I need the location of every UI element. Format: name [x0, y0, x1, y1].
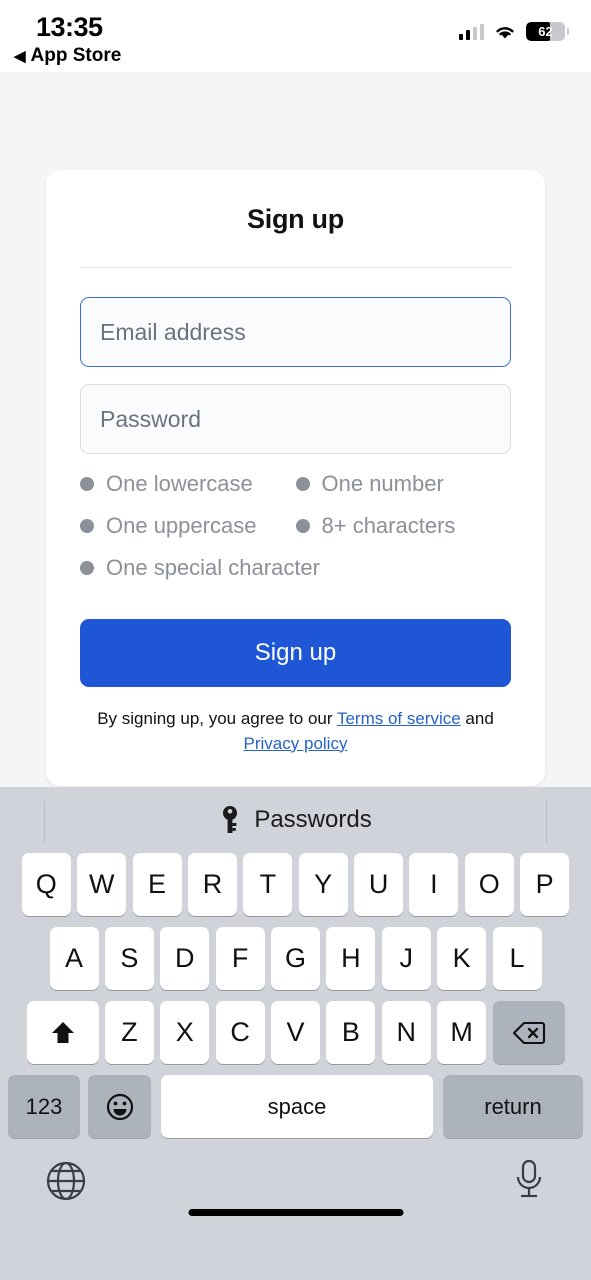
- key-m[interactable]: M: [437, 1001, 487, 1064]
- key-q[interactable]: Q: [21, 853, 71, 916]
- requirement-item: 8+ characters: [295, 513, 512, 539]
- keyboard-row-4: 123 space return: [0, 1075, 591, 1138]
- space-key[interactable]: space: [161, 1075, 433, 1138]
- numbers-key[interactable]: 123: [8, 1075, 80, 1138]
- key-u[interactable]: U: [354, 853, 404, 916]
- return-key[interactable]: return: [443, 1075, 583, 1138]
- key-k[interactable]: K: [437, 927, 487, 990]
- privacy-policy-link[interactable]: Privacy policy: [244, 734, 348, 753]
- requirement-item: One special character: [80, 555, 511, 581]
- requirement-item: One lowercase: [80, 471, 296, 497]
- page-title: Sign up: [247, 204, 344, 234]
- on-screen-keyboard: Passwords Q W E R T Y U I O P A S D F G …: [0, 787, 591, 1280]
- back-caret-icon: ◀: [14, 47, 26, 65]
- key-a[interactable]: A: [49, 927, 99, 990]
- email-field-placeholder: Email address: [100, 318, 246, 345]
- keyboard-bottom-bar: [0, 1138, 591, 1230]
- key-c[interactable]: C: [215, 1001, 265, 1064]
- keyboard-autofill-toolbar: Passwords: [0, 787, 591, 853]
- key-s[interactable]: S: [104, 927, 154, 990]
- globe-language-icon[interactable]: [45, 1160, 87, 1202]
- key-h[interactable]: H: [326, 927, 376, 990]
- key-f[interactable]: F: [215, 927, 265, 990]
- wifi-icon: [493, 23, 517, 41]
- key-w[interactable]: W: [77, 853, 127, 916]
- battery-percent-label: 62: [538, 24, 553, 39]
- key-b[interactable]: B: [326, 1001, 376, 1064]
- microphone-dictation-icon[interactable]: [512, 1158, 546, 1202]
- terms-of-service-link[interactable]: Terms of service: [337, 709, 461, 728]
- key-g[interactable]: G: [271, 927, 320, 990]
- password-requirements-list: One lowercase One number One uppercase 8…: [80, 471, 511, 597]
- home-indicator: [188, 1209, 403, 1216]
- keyboard-row-1: Q W E R T Y U I O P: [0, 853, 591, 916]
- signup-submit-label: Sign up: [254, 639, 337, 666]
- legal-middle: and: [460, 709, 494, 728]
- keyboard-row-2: A S D F G H J K L: [0, 927, 591, 990]
- requirement-item: One number: [295, 471, 512, 497]
- requirement-bullet-icon: [295, 519, 310, 533]
- key-v[interactable]: V: [271, 1001, 320, 1064]
- requirement-label: One special character: [106, 555, 320, 580]
- key-icon: [219, 805, 241, 835]
- status-icons: 62: [458, 22, 569, 41]
- email-field[interactable]: Email address: [80, 297, 511, 367]
- key-o[interactable]: O: [464, 853, 514, 916]
- key-n[interactable]: N: [381, 1001, 431, 1064]
- key-l[interactable]: L: [492, 927, 542, 990]
- backspace-delete-icon: [512, 1020, 546, 1046]
- legal-disclaimer: By signing up, you agree to our Terms of…: [80, 707, 511, 756]
- key-r[interactable]: R: [187, 853, 237, 916]
- key-d[interactable]: D: [160, 927, 210, 990]
- key-j[interactable]: J: [381, 927, 431, 990]
- key-y[interactable]: Y: [298, 853, 348, 916]
- requirement-bullet-icon: [80, 561, 94, 575]
- emoji-key[interactable]: [88, 1075, 151, 1138]
- passwords-autofill-label[interactable]: Passwords: [254, 806, 371, 834]
- requirement-label: 8+ characters: [321, 513, 456, 538]
- toolbar-divider-left: [44, 801, 45, 843]
- battery-icon: 62: [526, 22, 569, 41]
- key-e[interactable]: E: [132, 853, 182, 916]
- back-link-label: App Store: [30, 45, 122, 66]
- backspace-key[interactable]: [492, 1001, 565, 1064]
- emoji-smiley-icon: [105, 1092, 135, 1122]
- key-x[interactable]: X: [160, 1001, 210, 1064]
- key-i[interactable]: I: [409, 853, 459, 916]
- status-time: 13:35: [36, 12, 103, 42]
- key-p[interactable]: P: [520, 853, 570, 916]
- keyboard-row-3: Z X C V B N M: [0, 1001, 591, 1064]
- requirement-label: One number: [321, 471, 444, 496]
- toolbar-divider-right: [546, 801, 547, 843]
- requirement-item: One uppercase: [80, 513, 296, 539]
- legal-prefix: By signing up, you agree to our: [97, 709, 337, 728]
- password-field-placeholder: Password: [100, 405, 201, 432]
- key-z[interactable]: Z: [104, 1001, 154, 1064]
- requirement-label: One lowercase: [106, 471, 253, 496]
- signup-card: Sign up Email address Password One lower…: [46, 170, 545, 787]
- title-divider: [80, 267, 511, 268]
- requirement-bullet-icon: [80, 519, 94, 533]
- requirement-bullet-icon: [295, 477, 310, 491]
- shift-key[interactable]: [26, 1001, 99, 1064]
- back-to-app-store-link[interactable]: ◀ App Store: [14, 45, 121, 67]
- key-t[interactable]: T: [243, 853, 293, 916]
- requirement-bullet-icon: [80, 477, 94, 491]
- status-bar: 13:35 ◀ App Store 62: [0, 0, 591, 72]
- password-field[interactable]: Password: [80, 384, 511, 454]
- signup-submit-button[interactable]: Sign up: [80, 619, 511, 687]
- signal-bars-icon: [458, 23, 484, 40]
- phone-screen: 13:35 ◀ App Store 62 Sign up Email addre…: [0, 0, 591, 1280]
- shift-up-arrow-icon: [48, 1019, 78, 1047]
- requirement-label: One uppercase: [106, 513, 257, 538]
